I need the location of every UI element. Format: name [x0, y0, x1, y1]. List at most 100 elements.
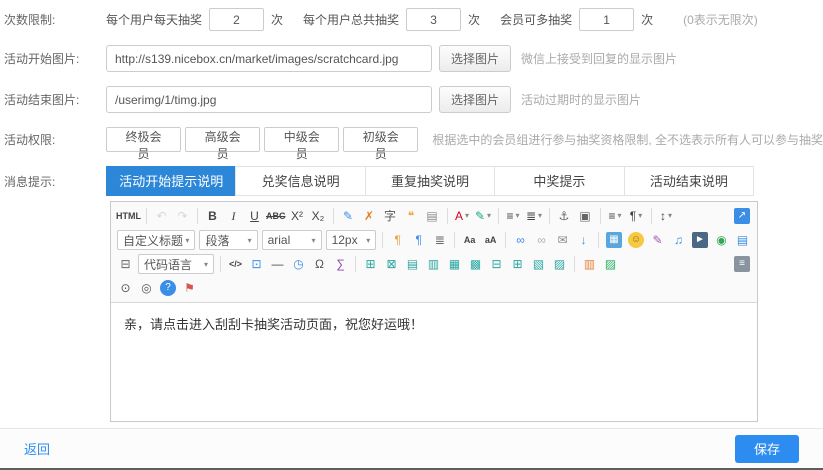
auto-typeset-icon[interactable]: 字	[381, 206, 400, 226]
start-image-pick-button[interactable]: 选择图片	[439, 45, 511, 72]
link-icon[interactable]: ∞	[511, 230, 530, 250]
chart-icon[interactable]: ▥	[580, 254, 599, 274]
paragraph-select-value: 段落	[205, 232, 229, 249]
split-cells-icon[interactable]: ⊞	[508, 254, 527, 274]
editor-toolbar: HTML↶↷BIUABCX²X₂✎✗字❝▤A▾✎▾≡▾≣▾⚓▣≡▾¶▾↕▾↗自定…	[111, 202, 757, 303]
permission-option-junior[interactable]: 初级会员	[343, 127, 418, 152]
paste-filter-icon[interactable]: ▤	[423, 206, 442, 226]
snapscreen-icon[interactable]: ⊡	[247, 254, 266, 274]
scrawl-icon[interactable]: ✎	[648, 230, 667, 250]
help-icon[interactable]: ?	[160, 280, 176, 296]
anchor-icon[interactable]: ⚓	[555, 206, 574, 226]
music-icon[interactable]: ♫	[669, 230, 688, 250]
strikethrough-icon[interactable]: ABC	[266, 206, 286, 226]
tab-activity-end[interactable]: 活动结束说明	[624, 166, 754, 196]
word-import-icon[interactable]: ▤	[733, 230, 752, 250]
download-icon[interactable]: ↓	[574, 230, 593, 250]
start-image-row: 活动开始图片: 选择图片 微信上接受到回复的显示图片	[4, 45, 823, 72]
italic-icon[interactable]: I	[224, 206, 243, 226]
insert-frame-icon[interactable]: ▣	[576, 206, 595, 226]
member-extra-input[interactable]	[579, 8, 634, 31]
undo-icon[interactable]: ↶	[152, 206, 171, 226]
end-image-input[interactable]	[106, 86, 432, 113]
unlink-icon[interactable]: ∞	[532, 230, 551, 250]
map-icon[interactable]: ◉	[712, 230, 731, 250]
search-replace-icon[interactable]: ◎	[137, 278, 156, 298]
tab-redeem-info[interactable]: 兑奖信息说明	[235, 166, 365, 196]
insert-table-icon[interactable]: ⊞	[361, 254, 380, 274]
align-left-icon[interactable]: ≡▾	[606, 206, 625, 226]
font-color-icon[interactable]: A▾	[453, 206, 472, 226]
source-html-button[interactable]: HTML	[116, 206, 141, 226]
insert-image-icon[interactable]: ▦	[606, 232, 622, 248]
tab-activity-start-tip[interactable]: 活动开始提示说明	[106, 166, 236, 196]
merge-cells-icon[interactable]: ⊟	[487, 254, 506, 274]
highlight-color-icon[interactable]: ✎▾	[474, 206, 493, 226]
delete-col-icon[interactable]: ▩	[466, 254, 485, 274]
table-sort-icon[interactable]: ▨	[550, 254, 569, 274]
start-image-input[interactable]	[106, 45, 432, 72]
tab-repeat-draw[interactable]: 重复抽奖说明	[365, 166, 495, 196]
search-icon[interactable]: ⊙	[116, 278, 135, 298]
subscript-icon[interactable]: X₂	[309, 206, 328, 226]
emotion-icon[interactable]: ☺	[628, 232, 644, 248]
delete-table-icon[interactable]: ⊠	[382, 254, 401, 274]
custom-title-select-value: 自定义标题	[123, 232, 183, 249]
superscript-icon[interactable]: X²	[288, 206, 307, 226]
insert-col-icon[interactable]: ▥	[424, 254, 443, 274]
font-size-select-value: 12px	[332, 233, 358, 247]
horizontal-rule-icon[interactable]: —	[268, 254, 287, 274]
date-time-icon[interactable]: ◷	[289, 254, 308, 274]
underline-icon[interactable]: U	[245, 206, 264, 226]
custom-title-select[interactable]: 自定义标题▾	[117, 230, 195, 250]
special-char-icon[interactable]: Ω	[310, 254, 329, 274]
dir-ltr-icon[interactable]: ¶	[388, 230, 407, 250]
per-day-label: 每个用户每天抽奖	[106, 11, 202, 28]
permission-option-senior[interactable]: 高级会员	[185, 127, 260, 152]
toolbar-separator	[382, 232, 383, 248]
dir-rtl-icon[interactable]: ¶	[409, 230, 428, 250]
format-painter-icon[interactable]: ✎	[339, 206, 358, 226]
permission-option-ultimate[interactable]: 终极会员	[106, 127, 181, 152]
back-link[interactable]: 返回	[24, 439, 50, 458]
insert-row-icon[interactable]: ▤	[403, 254, 422, 274]
preview-icon[interactable]: ⚑	[180, 278, 199, 298]
formula-icon[interactable]: ∑	[331, 254, 350, 274]
line-height-icon[interactable]: ↕▾	[657, 206, 676, 226]
case-lower-icon[interactable]: aA	[481, 230, 500, 250]
paragraph-select[interactable]: 段落▾	[199, 230, 257, 250]
fullscreen-icon[interactable]: ↗	[734, 208, 750, 224]
ordered-list-icon[interactable]: ≡▾	[504, 206, 523, 226]
video-icon[interactable]: ►	[692, 232, 708, 248]
permission-option-middle[interactable]: 中级会员	[264, 127, 339, 152]
unordered-list-icon[interactable]: ≣▾	[525, 206, 544, 226]
redo-icon[interactable]: ↷	[173, 206, 192, 226]
toolbar-separator	[454, 232, 455, 248]
insert-code-icon[interactable]: </>	[226, 254, 245, 274]
bold-icon[interactable]: B	[203, 206, 222, 226]
font-size-select[interactable]: 12px▾	[326, 230, 377, 250]
paragraph-format-icon[interactable]: ¶▾	[627, 206, 646, 226]
code-language-select[interactable]: 代码语言▾	[138, 254, 214, 274]
font-family-select[interactable]: arial▾	[262, 230, 322, 250]
page-break-icon[interactable]: ⊟	[116, 254, 135, 274]
indent-icon[interactable]: ≣	[430, 230, 449, 250]
editor-content[interactable]: 亲，请点击进入刮刮卡抽奖活动页面，祝您好运哦！	[111, 303, 757, 421]
per-day-input[interactable]	[209, 8, 264, 31]
rich-text-editor: HTML↶↷BIUABCX²X₂✎✗字❝▤A▾✎▾≡▾≣▾⚓▣≡▾¶▾↕▾↗自定…	[110, 201, 758, 422]
table-title-icon[interactable]: ▧	[529, 254, 548, 274]
mail-icon[interactable]: ✉	[553, 230, 572, 250]
total-input[interactable]	[406, 8, 461, 31]
chevron-down-icon: ▾	[538, 212, 542, 220]
toolbar-separator	[220, 256, 221, 272]
end-image-pick-button[interactable]: 选择图片	[439, 86, 511, 113]
lottery-activity-settings-page: 次数限制: 每个用户每天抽奖 次 每个用户总共抽奖 次 会员可多抽奖 次 (0表…	[0, 0, 823, 470]
remove-format-icon[interactable]: ✗	[360, 206, 379, 226]
background-icon[interactable]: ▨	[601, 254, 620, 274]
tab-winning-tip[interactable]: 中奖提示	[494, 166, 624, 196]
save-button[interactable]: 保存	[735, 435, 799, 463]
print-icon[interactable]: ≡	[734, 256, 750, 272]
case-upper-icon[interactable]: Aa	[460, 230, 479, 250]
delete-row-icon[interactable]: ▦	[445, 254, 464, 274]
blockquote-icon[interactable]: ❝	[402, 206, 421, 226]
